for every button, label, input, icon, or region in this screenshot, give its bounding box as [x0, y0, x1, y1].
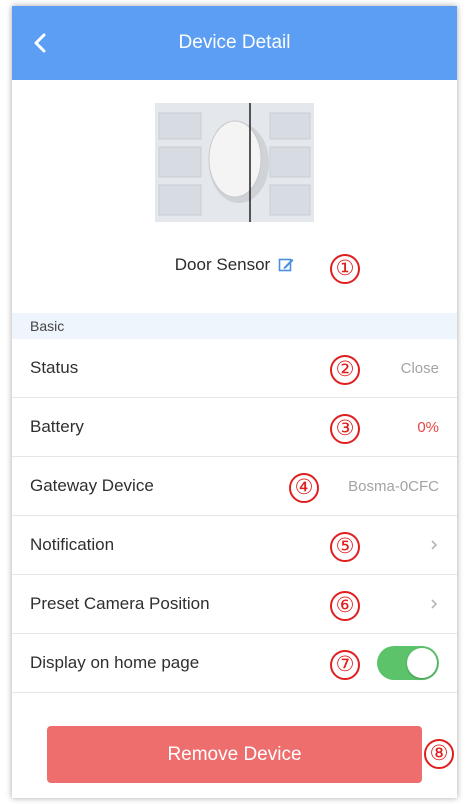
header: Device Detail [12, 6, 457, 80]
preset-camera-label: Preset Camera Position [30, 594, 210, 613]
chevron-right-icon [431, 540, 438, 550]
device-name: Door Sensor [174, 255, 271, 274]
status-value: Close [400, 359, 439, 377]
edit-icon[interactable] [278, 257, 294, 273]
gateway-row: Gateway Device Bosma-0CFC [12, 457, 457, 516]
display-home-toggle[interactable] [377, 646, 439, 680]
remove-device-button[interactable]: Remove Device [47, 726, 422, 783]
battery-label: Battery [30, 417, 84, 436]
status-row: Status Close [12, 339, 457, 398]
annotation-8: ⑧ [424, 739, 454, 769]
app-frame: Device Detail Door Sensor ① Basic Status… [12, 6, 457, 798]
device-name-row: Door Sensor [12, 250, 457, 280]
annotation-4: ④ [289, 473, 319, 503]
annotation-2: ② [330, 355, 360, 385]
preset-camera-row[interactable]: Preset Camera Position [12, 575, 457, 634]
annotation-7: ⑦ [330, 650, 360, 680]
chevron-left-icon[interactable] [30, 32, 52, 54]
device-image [155, 103, 314, 222]
battery-value: 0% [417, 418, 439, 436]
chevron-right-icon [431, 599, 438, 609]
page-title: Device Detail [178, 32, 291, 53]
annotation-5: ⑤ [330, 532, 360, 562]
battery-row: Battery 0% [12, 398, 457, 457]
toggle-knob [407, 648, 437, 678]
gateway-value: Bosma-0CFC [348, 477, 439, 495]
display-home-row: Display on home page [12, 634, 457, 693]
annotation-3: ③ [330, 414, 360, 444]
annotation-1: ① [330, 254, 360, 284]
gateway-label: Gateway Device [30, 476, 154, 495]
annotation-6: ⑥ [330, 591, 360, 621]
status-label: Status [30, 358, 79, 377]
notification-label: Notification [30, 535, 115, 554]
notification-row[interactable]: Notification [12, 516, 457, 575]
section-header-basic: Basic [12, 313, 457, 339]
display-home-label: Display on home page [30, 653, 200, 672]
